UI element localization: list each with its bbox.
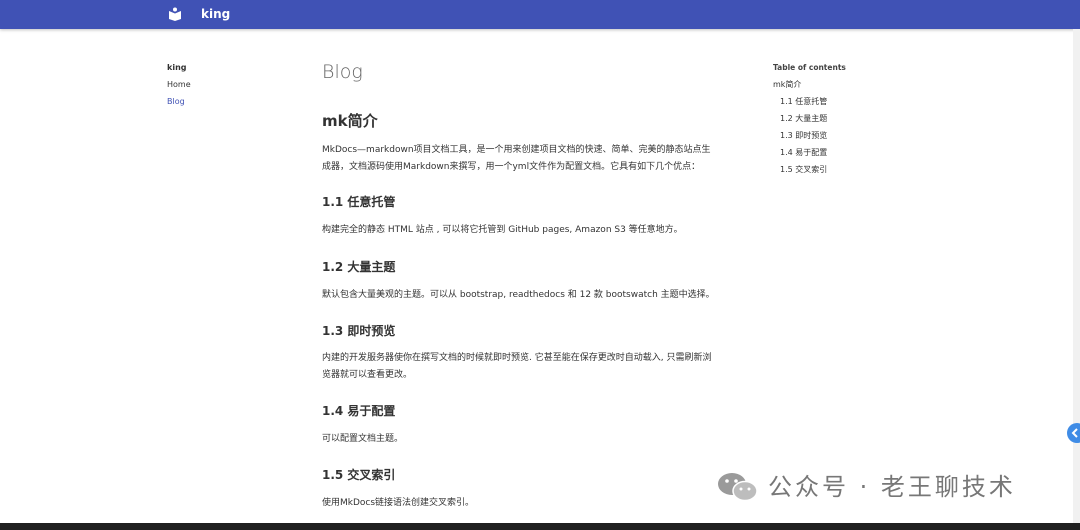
- site-name-link[interactable]: king: [201, 7, 230, 21]
- toc-item-mk[interactable]: mk简介: [773, 79, 846, 90]
- page-scrollbar[interactable]: [1073, 29, 1080, 523]
- subheading-1-5: 1.5 交叉索引: [322, 468, 396, 482]
- intro-line-2: 成器，文档源码使用Markdown来撰写，用一个yml文件作为配置文档。它具有如…: [322, 162, 701, 172]
- nav-title: king: [167, 63, 187, 72]
- toc-item-1-4[interactable]: 1.4 易于配置: [773, 147, 846, 158]
- watermark-text: 公众号 · 老王聊技术: [768, 473, 1016, 501]
- paragraph-1-2: 默认包含大量美观的主题。可以从 bootstrap, readthedocs 和…: [322, 290, 715, 300]
- nav-item-blog[interactable]: Blog: [167, 96, 191, 107]
- wechat-icon: [718, 473, 758, 502]
- main-content: Blog mk简介 MkDocs—markdown项目文档工具，是一个用来创建项…: [322, 60, 752, 508]
- toc-item-1-1[interactable]: 1.1 任意托管: [773, 96, 846, 107]
- subheading-1-4: 1.4 易于配置: [322, 404, 396, 418]
- paragraph-1-3-line-1: 内建的开发服务器使你在撰写文档的时候就即时预览. 它甚至能在保存更改时自动载入,…: [322, 353, 712, 363]
- sidebar-nav: king Home Blog: [167, 62, 191, 107]
- toc-item-1-5[interactable]: 1.5 交叉索引: [773, 164, 846, 175]
- collapse-button[interactable]: [1067, 423, 1080, 443]
- paragraph-1-5: 使用MkDocs链接语法创建交叉索引。: [322, 498, 475, 508]
- nav-item-home[interactable]: Home: [167, 79, 191, 90]
- toc-item-1-3[interactable]: 1.3 即时预览: [773, 130, 846, 141]
- paragraph-1-3-line-2: 览器就可以查看更改。: [322, 370, 413, 380]
- section-heading: mk简介: [322, 112, 378, 130]
- paragraph-1-1: 构建完全的静态 HTML 站点 , 可以将它托管到 GitHub pages, …: [322, 225, 683, 235]
- top-header: king: [0, 0, 1080, 29]
- subheading-1-1: 1.1 任意托管: [322, 195, 396, 209]
- intro-line-1: MkDocs—markdown项目文档工具，是一个用来创建项目文档的快速、简单、…: [322, 145, 711, 155]
- subheading-1-2: 1.2 大量主题: [322, 260, 396, 274]
- table-of-contents: Table of contents mk简介 1.1 任意托管 1.2 大量主题…: [773, 62, 846, 175]
- subheading-1-3: 1.3 即时预览: [322, 324, 396, 338]
- toc-item-1-2[interactable]: 1.2 大量主题: [773, 113, 846, 124]
- chevron-left-icon: [1071, 428, 1078, 438]
- book-logo-icon[interactable]: [168, 7, 182, 21]
- toc-title: Table of contents: [773, 63, 846, 72]
- bottom-bar: [0, 523, 1080, 530]
- paragraph-1-4: 可以配置文档主题。: [322, 434, 404, 444]
- page-title: Blog: [322, 61, 363, 83]
- watermark: 公众号 · 老王聊技术: [716, 470, 1056, 506]
